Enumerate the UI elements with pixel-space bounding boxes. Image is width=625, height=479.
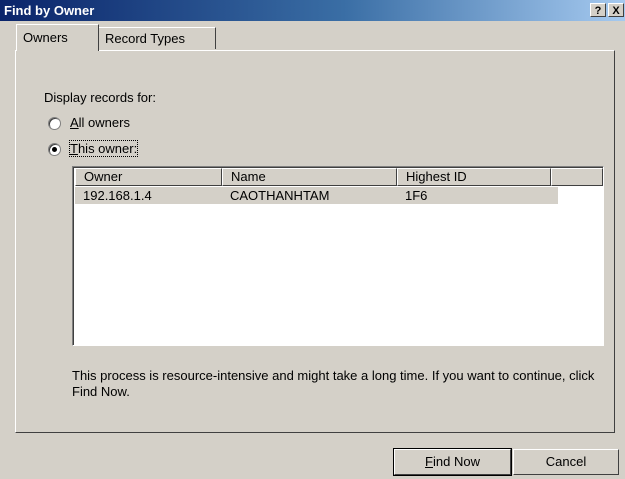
window-title: Find by Owner [4,3,95,18]
find-by-owner-dialog: Find by Owner ? X Owners Record Types Di… [0,0,625,479]
all-owners-accel: A [70,115,79,130]
help-button[interactable]: ? [590,3,606,17]
process-note: This process is resource-intensive and m… [72,368,595,399]
all-owners-radio[interactable] [48,117,61,130]
tab-owners[interactable]: Owners [16,24,99,51]
display-records-label: Display records for: [44,90,156,105]
all-owners-label[interactable]: All owners [70,115,130,130]
radio-selected-dot [52,147,57,152]
cell-highest-id: 1F6 [405,188,428,203]
list-header: Owner Name Highest ID [75,168,603,186]
all-owners-text: ll owners [78,115,130,130]
column-header-highest-id[interactable]: Highest ID [397,168,551,186]
table-row[interactable]: 192.168.1.4 CAOTHANHTAM 1F6 [75,187,558,204]
cancel-button[interactable]: Cancel [513,449,619,475]
tab-owners-label: Owners [23,30,68,45]
title-bar[interactable]: Find by Owner ? X [0,0,625,21]
find-now-accel: F [425,454,433,469]
cell-name: CAOTHANHTAM [230,188,330,203]
close-button[interactable]: X [608,3,624,17]
find-now-button[interactable]: Find Now [394,449,511,475]
cell-owner: 192.168.1.4 [83,188,152,203]
column-header-owner[interactable]: Owner [75,168,222,186]
this-owner-text: his owner: [77,141,138,156]
tab-record-types-label: Record Types [105,31,185,46]
this-owner-label[interactable]: This owner: [68,140,139,157]
tab-record-types[interactable]: Record Types [98,27,216,49]
column-header-filler [551,168,603,186]
column-header-name[interactable]: Name [222,168,397,186]
find-now-text: ind Now [432,454,480,469]
help-icon: ? [594,5,602,17]
close-icon: X [612,5,620,17]
owners-list[interactable]: Owner Name Highest ID 192.168.1.4 CAOTHA… [72,166,604,346]
this-owner-radio[interactable] [48,143,61,156]
this-owner-accel: T [70,141,78,156]
